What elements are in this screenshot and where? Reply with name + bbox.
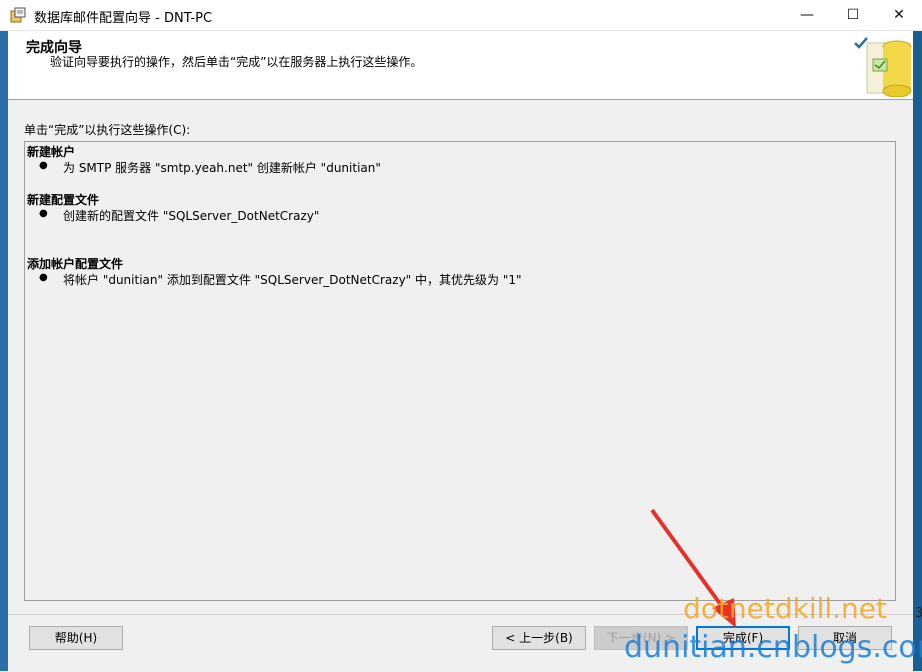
back-button[interactable]: < 上一步(B)	[492, 626, 586, 650]
cancel-button[interactable]: 取消	[798, 626, 892, 650]
actions-list-label: 单击“完成”以执行这些操作(C):	[24, 123, 191, 137]
minimize-icon: —	[800, 7, 814, 23]
action-item: 创建新的配置文件 "SQLServer_DotNetCrazy"	[63, 209, 320, 223]
actions-list[interactable]: 新建帐户 ● 为 SMTP 服务器 "smtp.yeah.net" 创建新帐户 …	[24, 141, 896, 601]
bullet-icon: ●	[39, 160, 48, 171]
section-title-new-account: 新建帐户	[27, 145, 76, 159]
database-check-icon	[851, 33, 913, 98]
title-bar: 数据库邮件配置向导 - DNT-PC — ☐ ✕	[0, 0, 922, 31]
wizard-app-icon	[10, 7, 26, 23]
close-button[interactable]: ✕	[876, 0, 922, 30]
next-button[interactable]: 下一步(N) >	[594, 626, 688, 650]
section-title-add-account-profile: 添加帐户配置文件	[27, 257, 124, 271]
maximize-button[interactable]: ☐	[830, 0, 876, 30]
close-icon: ✕	[893, 7, 905, 23]
bullet-icon: ●	[39, 208, 48, 219]
finish-button[interactable]: 完成(F)	[696, 626, 790, 650]
wizard-content: 单击“完成”以执行这些操作(C): 新建帐户 ● 为 SMTP 服务器 "smt…	[8, 100, 913, 613]
help-button[interactable]: 帮助(H)	[29, 626, 123, 650]
window-border-right	[913, 30, 922, 671]
maximize-icon: ☐	[846, 7, 860, 23]
page-subtitle: 验证向导要执行的操作，然后单击“完成”以在服务器上执行这些操作。	[50, 55, 423, 69]
edge-text: 30	[915, 606, 922, 621]
window-border-left	[0, 30, 8, 671]
action-item: 为 SMTP 服务器 "smtp.yeah.net" 创建新帐户 "duniti…	[63, 161, 381, 175]
wizard-header: 完成向导 验证向导要执行的操作，然后单击“完成”以在服务器上执行这些操作。	[8, 31, 913, 100]
action-item: 将帐户 "dunitian" 添加到配置文件 "SQLServer_DotNet…	[63, 273, 522, 287]
window-title: 数据库邮件配置向导 - DNT-PC	[34, 11, 213, 26]
minimize-button[interactable]: —	[784, 0, 830, 30]
bullet-icon: ●	[39, 272, 48, 283]
section-title-new-profile: 新建配置文件	[27, 193, 100, 207]
wizard-footer: 帮助(H) < 上一步(B) 下一步(N) > 完成(F) 取消	[8, 614, 913, 672]
